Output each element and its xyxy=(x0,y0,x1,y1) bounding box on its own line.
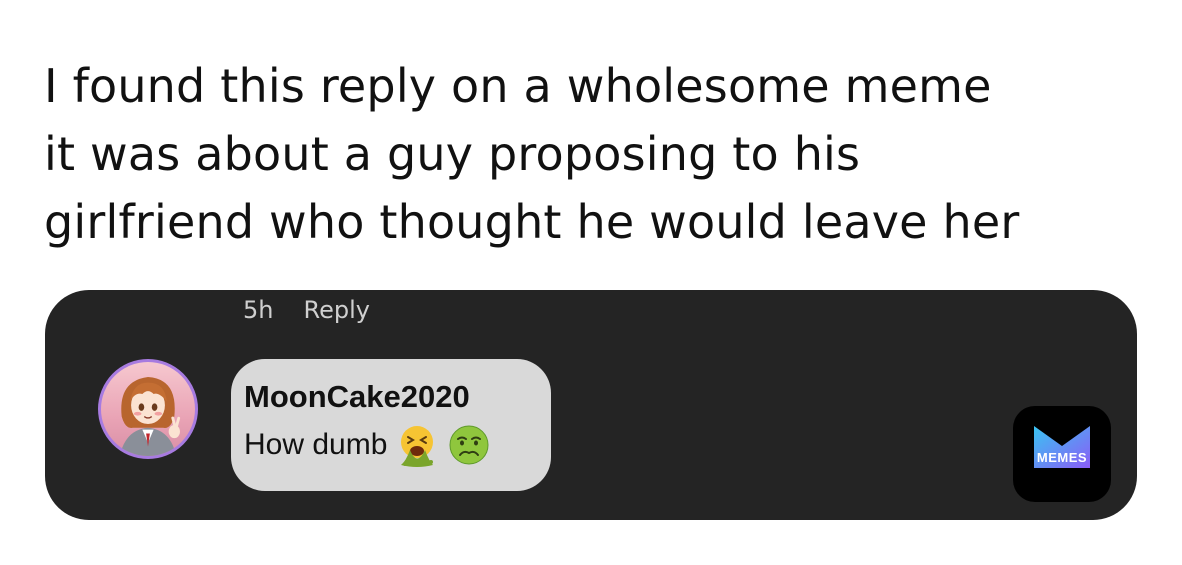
comment-username[interactable]: MoonCake2020 xyxy=(244,377,551,417)
comment-time: 5h xyxy=(243,296,274,324)
memes-watermark-logo[interactable]: MEMES xyxy=(1013,406,1111,502)
anime-girl-avatar-icon xyxy=(119,377,181,456)
avatar[interactable] xyxy=(98,359,198,459)
comment-screenshot-panel: 5h Reply MoonCake2020 How dumb MEMES xyxy=(45,290,1137,520)
nauseated-face-emoji-icon xyxy=(447,423,491,467)
comment-bubble: MoonCake2020 How dumb xyxy=(231,359,551,491)
comment-text: How dumb xyxy=(244,428,388,461)
comment-body: How dumb xyxy=(244,423,551,467)
memes-logo-label: MEMES xyxy=(1036,450,1088,465)
meme-caption: I found this reply on a wholesome meme i… xyxy=(44,52,1154,256)
caption-line: I found this reply on a wholesome meme xyxy=(44,59,992,113)
caption-line: it was about a guy proposing to his xyxy=(44,127,861,181)
caption-line: girlfriend who thought he would leave he… xyxy=(44,195,1020,249)
vomiting-face-emoji-icon xyxy=(395,423,439,467)
reply-button[interactable]: Reply xyxy=(303,296,369,324)
comment-meta: 5h Reply xyxy=(243,296,370,324)
